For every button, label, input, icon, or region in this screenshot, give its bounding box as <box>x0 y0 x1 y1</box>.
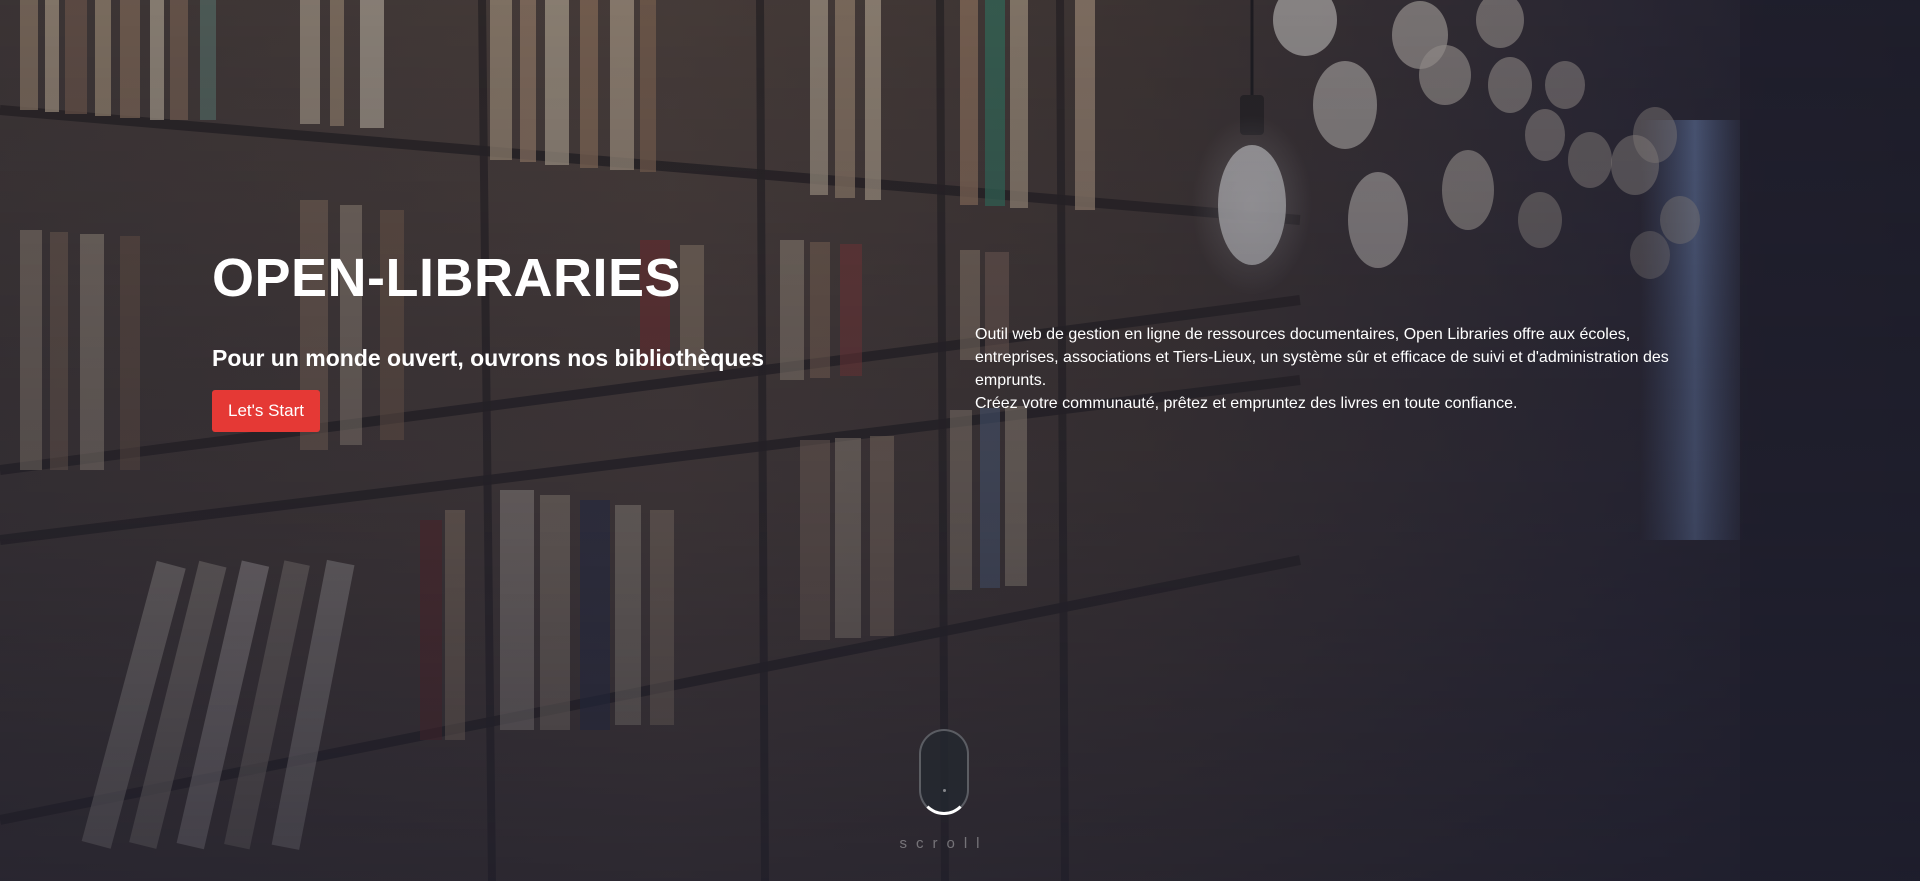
lets-start-button[interactable]: Let's Start <box>212 390 320 432</box>
description-paragraph-1: Outil web de gestion en ligne de ressour… <box>975 326 1669 389</box>
hero-subtitle: Pour un monde ouvert, ouvrons nos biblio… <box>212 345 765 371</box>
hero-title: OPEN-LIBRARIES <box>212 248 682 308</box>
mouse-outline <box>919 729 969 815</box>
mouse-scroll-icon[interactable] <box>919 729 969 815</box>
hero-description: Outil web de gestion en ligne de ressour… <box>975 323 1710 415</box>
hero-section: OPEN-LIBRARIES Pour un monde ouvert, ouv… <box>0 0 1920 881</box>
mouse-wheel-dot <box>943 789 946 792</box>
description-paragraph-2: Créez votre communauté, prêtez et emprun… <box>975 395 1518 412</box>
scroll-label: scroll <box>899 835 989 852</box>
